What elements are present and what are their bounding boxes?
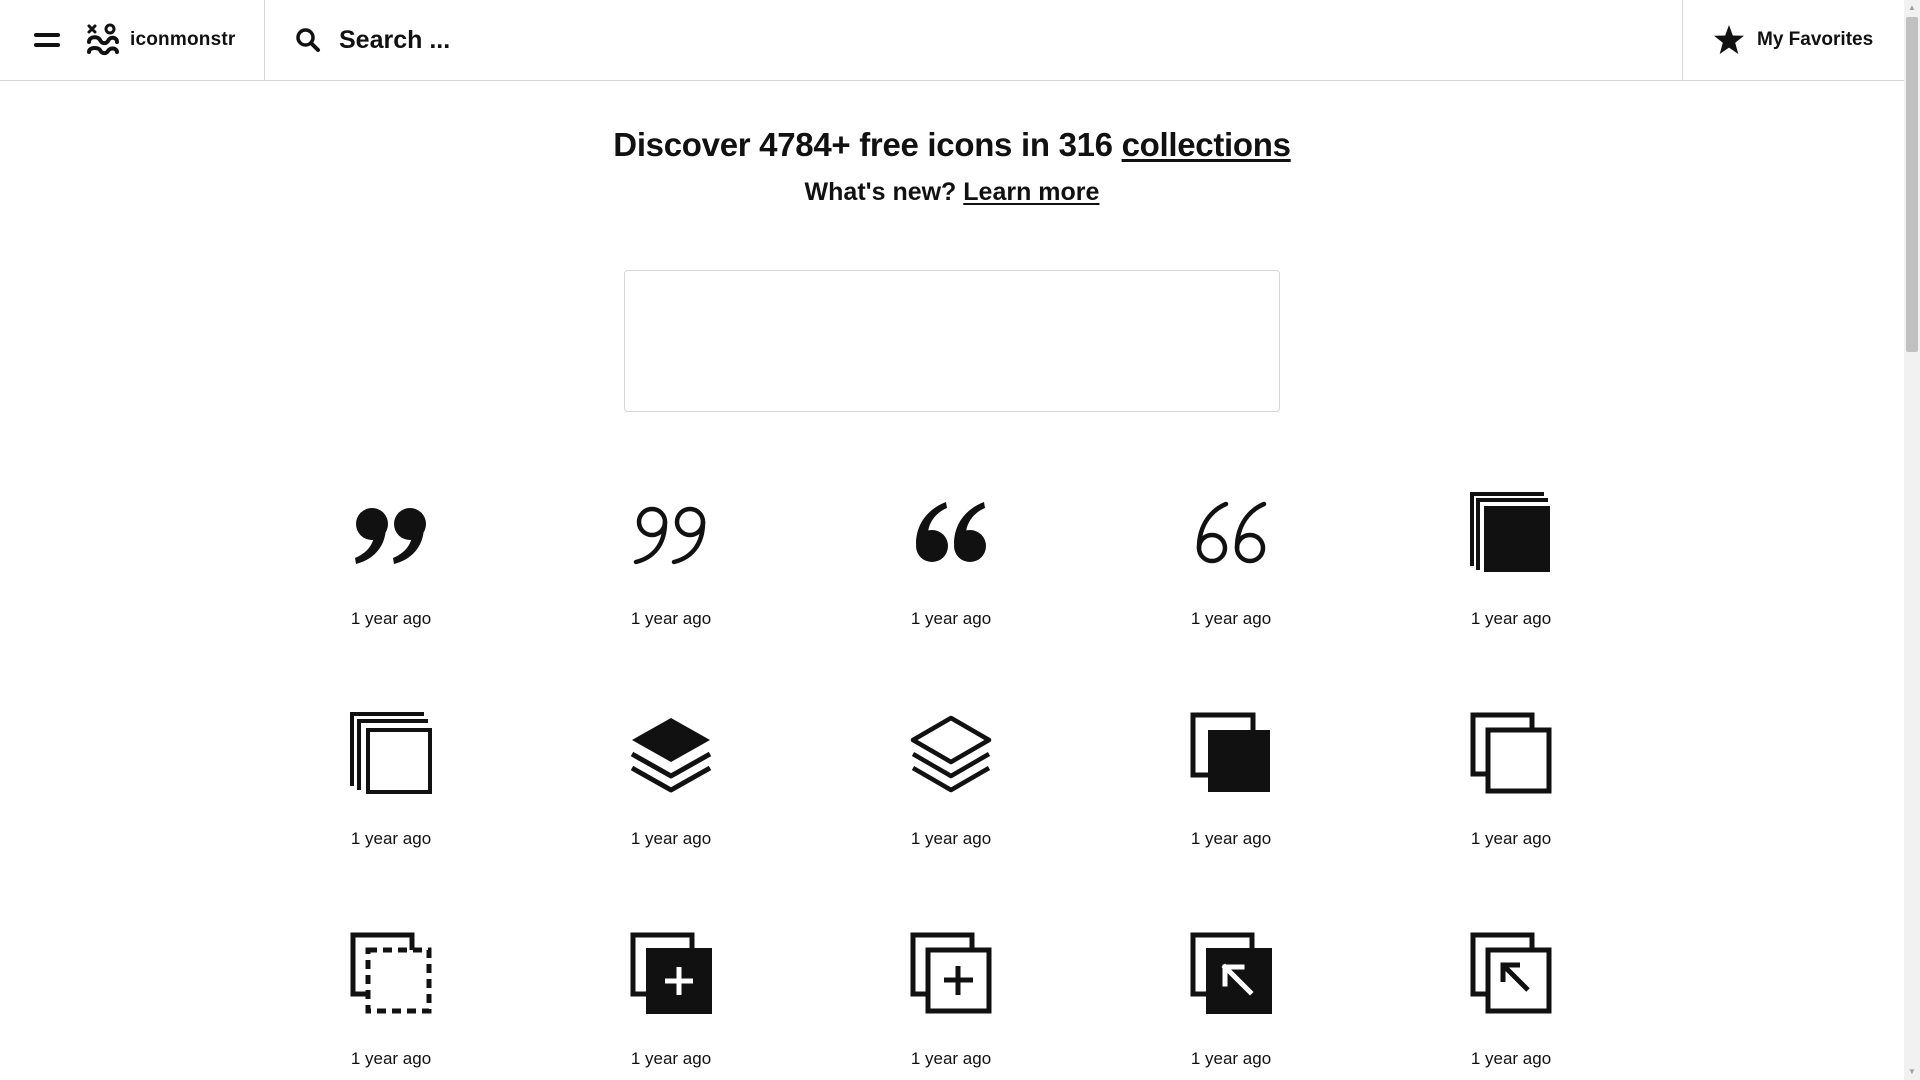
copy-add-filled-icon [630, 932, 712, 1014]
my-favorites-label: My Favorites [1757, 29, 1874, 50]
icon-timestamp: 1 year ago [1470, 1049, 1552, 1068]
icon-tile[interactable]: 1 year ago [811, 688, 1091, 908]
copy-arrow-filled-icon [1190, 932, 1272, 1014]
icon-tile[interactable]: 1 year ago [1371, 908, 1651, 1080]
hero-section: Discover 4784+ free icons in 316 collect… [0, 126, 1904, 207]
copy-outline-icon [1470, 712, 1552, 794]
icon-tile[interactable]: 1 year ago [251, 688, 531, 908]
icon-timestamp: 1 year ago [350, 609, 432, 628]
top-header: iconmonstr My Favorites [0, 0, 1904, 81]
brand-name: iconmonstr [130, 29, 236, 50]
icon-tile[interactable]: 1 year ago [531, 468, 811, 688]
whats-new-line: What's new? Learn more [0, 178, 1904, 207]
icon-tile[interactable]: 1 year ago [531, 688, 811, 908]
icon-timestamp: 1 year ago [1190, 1049, 1272, 1068]
icon-timestamp: 1 year ago [350, 829, 432, 848]
quote-close-outline-icon [630, 492, 712, 574]
my-favorites-button[interactable]: My Favorites [1682, 0, 1904, 80]
copy-dashed-icon [350, 932, 432, 1014]
collections-link[interactable]: collections [1122, 126, 1291, 163]
icon-timestamp: 1 year ago [1470, 829, 1552, 848]
ad-placeholder-box [624, 270, 1280, 412]
icon-tile[interactable]: 1 year ago [811, 468, 1091, 688]
hero-title: Discover 4784+ free icons in 316 collect… [0, 126, 1904, 164]
header-brand-area: iconmonstr [0, 0, 265, 80]
icon-grid: 1 year ago 1 year ago 1 year ago 1 year … [251, 468, 1651, 1080]
learn-more-link[interactable]: Learn more [963, 178, 1099, 206]
search-input[interactable] [339, 25, 939, 55]
layers-stack-outline-icon [350, 712, 432, 794]
quote-open-outline-icon [1190, 492, 1272, 574]
icon-tile[interactable]: 1 year ago [811, 908, 1091, 1080]
copy-add-outline-icon [910, 932, 992, 1014]
iconmonstr-logo-icon [87, 23, 119, 56]
copy-arrow-outline-icon [1470, 932, 1552, 1014]
logo-link[interactable]: iconmonstr [86, 23, 235, 57]
icon-timestamp: 1 year ago [1190, 829, 1272, 848]
icon-timestamp: 1 year ago [910, 1049, 992, 1068]
icon-timestamp: 1 year ago [910, 609, 992, 628]
quote-open-filled-icon [910, 492, 992, 574]
icon-timestamp: 1 year ago [630, 1049, 712, 1068]
icon-timestamp: 1 year ago [910, 829, 992, 848]
icon-timestamp: 1 year ago [630, 609, 712, 628]
icon-tile[interactable]: 1 year ago [1091, 468, 1371, 688]
scrollbar-thumb[interactable] [1906, 17, 1918, 352]
icon-tile[interactable]: 1 year ago [251, 908, 531, 1080]
scroll-down-arrow-icon[interactable]: ▼ [1904, 1064, 1920, 1080]
star-icon [1714, 25, 1744, 54]
icon-tile[interactable]: 1 year ago [1091, 688, 1371, 908]
icon-timestamp: 1 year ago [1190, 609, 1272, 628]
icon-timestamp: 1 year ago [1470, 609, 1552, 628]
copy-filled-icon [1190, 712, 1272, 794]
header-search [265, 0, 1682, 80]
icon-timestamp: 1 year ago [350, 1049, 432, 1068]
icon-tile[interactable]: 1 year ago [1371, 468, 1651, 688]
layers-outline-icon [910, 712, 992, 794]
whats-new-text: What's new? [804, 178, 964, 206]
layers-filled-icon [630, 712, 712, 794]
layers-stack-filled-icon [1470, 492, 1552, 574]
page-scrollbar[interactable]: ▲ ▼ [1904, 0, 1920, 1080]
quote-close-filled-icon [350, 492, 432, 574]
search-icon[interactable] [295, 27, 321, 53]
icon-timestamp: 1 year ago [630, 829, 712, 848]
hero-title-text: Discover 4784+ free icons in 316 [613, 126, 1122, 163]
icon-tile[interactable]: 1 year ago [1371, 688, 1651, 908]
icon-tile[interactable]: 1 year ago [251, 468, 531, 688]
icon-tile[interactable]: 1 year ago [531, 908, 811, 1080]
icon-tile[interactable]: 1 year ago [1091, 908, 1371, 1080]
scroll-up-arrow-icon[interactable]: ▲ [1904, 0, 1920, 16]
menu-icon[interactable] [34, 30, 60, 50]
